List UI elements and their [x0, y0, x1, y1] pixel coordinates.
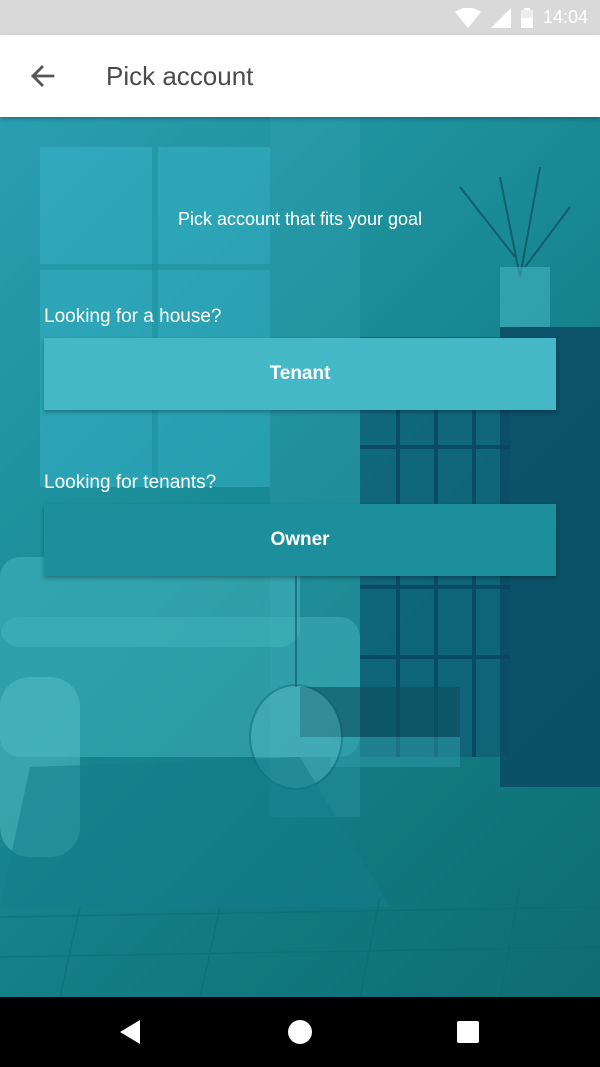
navigation-bar: [0, 997, 600, 1067]
tenant-question: Looking for a house?: [44, 306, 222, 327]
arrow-left-icon: [31, 65, 55, 87]
back-button[interactable]: [22, 58, 62, 94]
status-icons: 14:04: [454, 0, 588, 35]
status-bar: 14:04: [0, 0, 600, 35]
signal-icon: [490, 7, 511, 28]
nav-back-button[interactable]: [90, 997, 170, 1067]
wifi-icon: [454, 7, 481, 28]
page-title: Pick account: [106, 61, 254, 91]
nav-recents-button[interactable]: [428, 997, 508, 1067]
recents-square-icon: [457, 1021, 479, 1043]
app-bar: Pick account: [0, 35, 600, 117]
owner-question: Looking for tenants?: [44, 472, 217, 493]
owner-button[interactable]: Owner: [44, 504, 556, 576]
home-circle-icon: [288, 1020, 312, 1044]
background-image: Pick account that fits your goal Looking…: [0, 117, 600, 997]
goal-text: Pick account that fits your goal: [177, 209, 423, 229]
nav-home-button[interactable]: [260, 997, 340, 1067]
status-time: 14:04: [542, 7, 588, 27]
back-triangle-icon: [120, 1020, 140, 1044]
tenant-button[interactable]: Tenant: [44, 338, 556, 410]
battery-icon: [520, 7, 533, 28]
